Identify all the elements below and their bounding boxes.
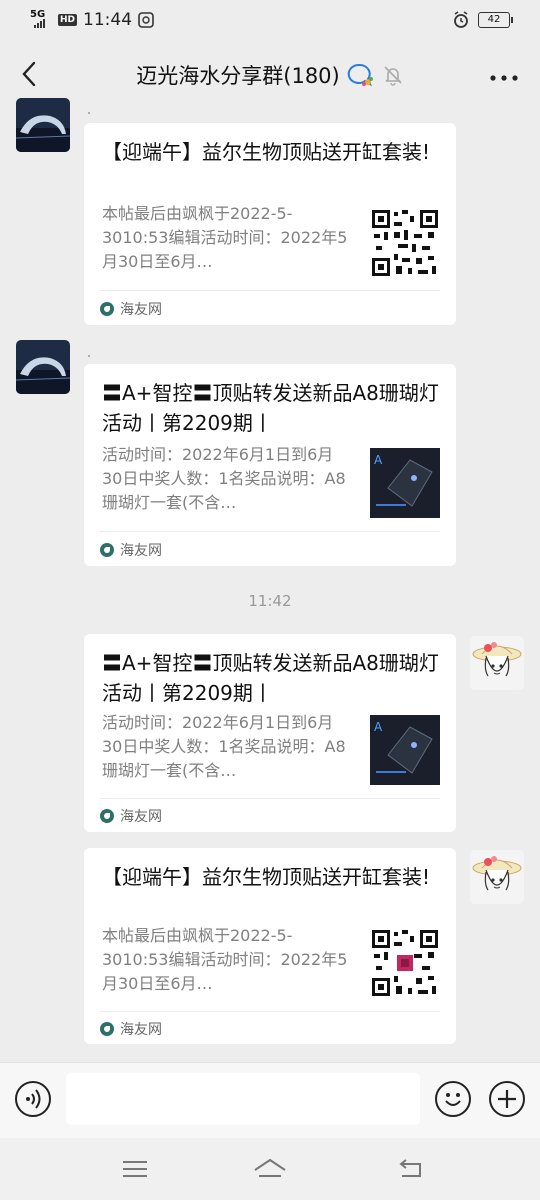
- link-card[interactable]: 【迎端午】益尔生物顶贴送开缸套装! 本帖最后由飒枫于2022-5-3010:53…: [84, 123, 456, 325]
- card-divider: [100, 798, 440, 799]
- sender-name: [88, 112, 90, 114]
- source-name: 海友网: [120, 809, 162, 825]
- link-card[interactable]: 【迎端午】益尔生物顶贴送开缸套装! 本帖最后由飒枫于2022-5-3010:53…: [84, 848, 456, 1044]
- network-type: 5G: [30, 9, 46, 20]
- status-bar: 5G HD 11:44 42: [0, 0, 540, 40]
- back-nav-icon[interactable]: [396, 1154, 426, 1184]
- notification-app-icon: [138, 12, 154, 28]
- card-source: 海友网: [100, 1019, 162, 1039]
- source-name: 海友网: [120, 543, 162, 559]
- sender-avatar[interactable]: [16, 98, 70, 152]
- card-source: 海友网: [100, 806, 162, 826]
- home-icon[interactable]: [252, 1154, 288, 1184]
- card-title: 【迎端午】益尔生物顶贴送开缸套装!: [102, 140, 431, 164]
- hd-badge: HD: [58, 14, 78, 26]
- card-description: 活动时间：2022年6月1日到6月30日中奖人数：1名奖品说明：A8珊瑚灯一套(…: [102, 445, 346, 512]
- link-card[interactable]: 〓A+智控〓顶贴转发送新品A8珊瑚灯活动丨第2209期丨 活动时间：2022年6…: [84, 364, 456, 566]
- menu-lines-icon[interactable]: [120, 1154, 150, 1184]
- my-avatar[interactable]: [470, 850, 524, 904]
- voice-input-button[interactable]: [15, 1081, 51, 1117]
- svg-text:A: A: [374, 453, 383, 467]
- more-actions-button[interactable]: [489, 1081, 525, 1117]
- card-divider: [100, 290, 440, 291]
- more-dots-icon: [490, 75, 518, 81]
- my-avatar[interactable]: [470, 636, 524, 690]
- voice-wave-icon: [26, 1089, 41, 1109]
- product-thumbnail: A: [370, 448, 440, 518]
- mute-bell-icon: [384, 66, 402, 86]
- card-source: 海友网: [100, 299, 162, 319]
- card-title: 【迎端午】益尔生物顶贴送开缸套装!: [102, 865, 431, 889]
- message-input[interactable]: [66, 1073, 420, 1125]
- sender-name: [88, 355, 90, 357]
- source-name: 海友网: [120, 302, 162, 318]
- smiley-icon: [445, 1093, 461, 1106]
- card-description: 本帖最后由飒枫于2022-5-3010:53编辑活动时间：2022年5月30日至…: [102, 926, 348, 993]
- emoji-button[interactable]: [435, 1081, 471, 1117]
- source-name: 海友网: [120, 1022, 162, 1038]
- card-divider: [100, 531, 440, 532]
- svg-text:A: A: [374, 720, 383, 734]
- source-logo-icon: [100, 302, 114, 316]
- chat-header: 迈光海水分享群(180): [0, 44, 540, 104]
- alarm-icon: [454, 11, 468, 28]
- chat-timestamp: 11:42: [248, 592, 292, 610]
- status-time: 11:44: [83, 10, 133, 30]
- card-title: 〓A+智控〓顶贴转发送新品A8珊瑚灯活动丨第2209期丨: [102, 381, 439, 435]
- group-chat-icon: [347, 63, 373, 87]
- link-card[interactable]: 〓A+智控〓顶贴转发送新品A8珊瑚灯活动丨第2209期丨 活动时间：2022年6…: [84, 634, 456, 832]
- battery-indicator: 42: [478, 12, 513, 28]
- qr-code-thumbnail: [370, 208, 440, 278]
- card-description: 活动时间：2022年6月1日到6月30日中奖人数：1名奖品说明：A8珊瑚灯一套(…: [102, 713, 346, 780]
- source-logo-icon: [100, 1022, 114, 1036]
- card-description: 本帖最后由飒枫于2022-5-3010:53编辑活动时间：2022年5月30日至…: [102, 204, 348, 271]
- product-thumbnail: A: [370, 715, 440, 785]
- source-logo-icon: [100, 543, 114, 557]
- input-bar: [0, 1062, 540, 1138]
- chat-title: 迈光海水分享群(180): [136, 64, 340, 88]
- source-logo-icon: [100, 809, 114, 823]
- plus-icon: [498, 1090, 516, 1108]
- card-divider: [100, 1011, 440, 1012]
- sender-avatar[interactable]: [16, 340, 70, 394]
- system-nav-bar: [0, 1138, 540, 1200]
- cellular-signal-icon: 5G: [30, 10, 52, 30]
- qr-code-thumbnail: [370, 928, 440, 998]
- card-title: 〓A+智控〓顶贴转发送新品A8珊瑚灯活动丨第2209期丨: [102, 651, 439, 705]
- more-options-button[interactable]: [490, 64, 518, 84]
- card-source: 海友网: [100, 540, 162, 560]
